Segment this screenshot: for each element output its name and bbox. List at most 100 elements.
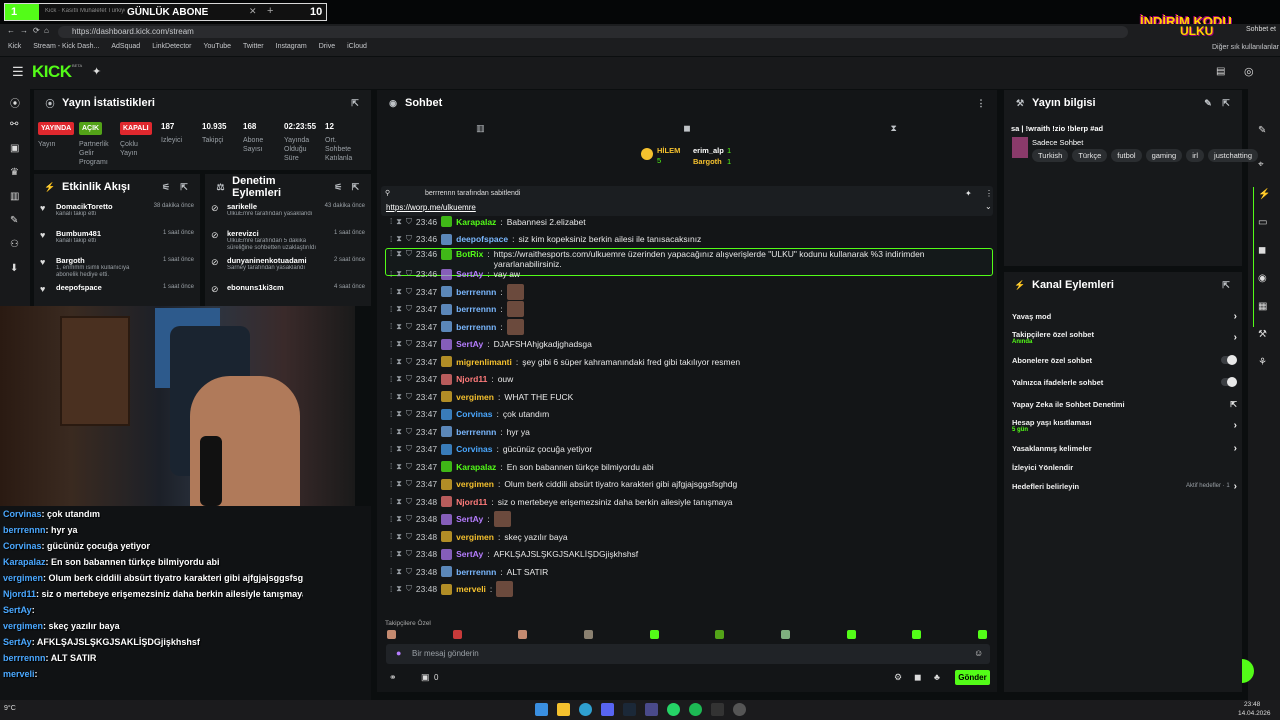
terminal-icon[interactable] (711, 703, 724, 716)
chat-username[interactable]: vergimen (456, 392, 494, 402)
shield-icon[interactable]: ⛉ (406, 584, 412, 594)
chat-message[interactable]: ⁞ ⧗ ⛉ 23:46 deepofspace: siz kim kopeksiniz b… (390, 231, 701, 248)
tools-icon[interactable]: ✎ (10, 215, 18, 226)
pin-message-icon[interactable]: ⁞ (390, 249, 392, 258)
shield-icon[interactable]: ⛉ (406, 514, 412, 524)
monetize-icon[interactable]: ▥ (10, 191, 19, 202)
chevron-right-icon[interactable]: › (1234, 332, 1237, 343)
chat-username[interactable]: migrenlimanti (456, 357, 512, 367)
chat-username[interactable]: berrrennn (456, 304, 496, 314)
shield-icon[interactable]: ⛉ (406, 322, 412, 332)
chat-username[interactable]: Corvinas (456, 409, 492, 419)
chat-username[interactable]: berrrennn (456, 322, 496, 332)
chat-username[interactable]: Corvinas (456, 444, 492, 454)
timeout-icon[interactable]: ⧗ (396, 409, 402, 419)
chat-message[interactable]: ⁞ ⧗ ⛉ 23:48 Njord11: siz o mertebeye erişemez… (390, 493, 733, 510)
forward-icon[interactable]: → (20, 26, 28, 35)
pin-message-icon[interactable]: ⁞ (390, 462, 392, 471)
channel-action-row[interactable]: Yalnızca ifadelerle sohbet (1012, 373, 1237, 391)
chat-username[interactable]: Njord11 (456, 497, 487, 507)
timeout-icon[interactable]: ⧗ (396, 374, 402, 384)
channel-action-row[interactable]: Yavaş mod › (1012, 307, 1237, 325)
bookmark-item[interactable]: iCloud (347, 43, 367, 50)
chat-username[interactable]: SertAy (456, 339, 483, 349)
trophy-icon[interactable]: ♛ (10, 167, 19, 178)
chevron-down-icon[interactable]: ⌄ (985, 202, 992, 211)
pin-message-icon[interactable]: ⁞ (390, 357, 392, 366)
chat-message[interactable]: ⁞ ⧗ ⛉ 23:47 Corvinas: çok utandım (390, 406, 549, 423)
chat-username[interactable]: SertAy (456, 269, 483, 279)
emote-menu-icon[interactable]: ♣ (934, 672, 940, 682)
profile-icon[interactable]: ◎ (1244, 65, 1254, 78)
pin-message-icon[interactable]: ⁞ (390, 340, 392, 349)
mic-icon[interactable]: ● (396, 648, 401, 658)
chat-username[interactable]: vergimen (456, 479, 494, 489)
shield-icon[interactable]: ⛉ (406, 567, 412, 577)
unpin-icon[interactable]: ✦ (965, 189, 972, 198)
timeout-icon[interactable]: ⧗ (396, 514, 402, 524)
promo-sub[interactable]: Sohbet et (1246, 26, 1276, 33)
steam-icon[interactable] (623, 703, 636, 716)
chat-message[interactable]: ⁞ ⧗ ⛉ 23:47 Karapalaz: En son babannen türkçe… (390, 458, 654, 475)
gift-icon[interactable]: ▣ (421, 672, 430, 683)
chat-message[interactable]: ⁞ ⧗ ⛉ 23:47 SertAy: DJAFSHAhjgkadjghadsga (390, 336, 592, 353)
points-icon[interactable]: ⚭ (389, 672, 397, 683)
vpn-icon[interactable] (645, 703, 658, 716)
bubble-icon[interactable]: ◼ (681, 122, 693, 134)
trash-icon[interactable]: ▥ (474, 122, 486, 134)
channel-action-row[interactable]: Hedefleri belirleyin Aktif hedefler · 1 › (1012, 477, 1237, 495)
chevron-right-icon[interactable]: › (1234, 443, 1237, 454)
shield-icon[interactable]: ⛉ (406, 234, 412, 244)
settings-icon[interactable]: ⚙ (894, 672, 902, 683)
bookmark-item[interactable]: Instagram (276, 43, 307, 50)
shield-icon[interactable]: ⛉ (406, 357, 412, 367)
channel-action-row[interactable]: İzleyici Yönlendir (1012, 458, 1237, 476)
timeout-icon[interactable]: ⧗ (396, 427, 402, 437)
pin-message-icon[interactable]: ⁞ (390, 305, 392, 314)
category-name[interactable]: Sadece Sohbet (1032, 138, 1083, 147)
tag-chip[interactable]: Türkçe (1072, 149, 1108, 162)
hourglass-icon[interactable]: ⧗ (888, 122, 900, 134)
toggle-switch[interactable] (1221, 355, 1237, 365)
chat-message[interactable]: ⁞ ⧗ ⛉ 23:47 Njord11: ouw (390, 371, 513, 388)
channel-action-row[interactable]: Hesap yaşı kısıtlaması 5 gün › (1012, 416, 1237, 434)
filter-icon[interactable]: ⚟ (160, 181, 172, 193)
chat-message[interactable]: ⁞ ⧗ ⛉ 23:47 Corvinas: gücünüz çocuğa yetiyor (390, 441, 592, 458)
pinned-link[interactable]: https://worp.me/ulkuemre (386, 203, 476, 212)
timeout-icon[interactable]: ⧗ (396, 392, 402, 402)
table-icon[interactable]: ▦ (1258, 301, 1267, 312)
timeout-icon[interactable]: ⧗ (396, 462, 402, 472)
explorer-icon[interactable] (557, 703, 570, 716)
shield-icon[interactable]: ⛉ (406, 269, 412, 279)
timeout-icon[interactable]: ⧗ (396, 567, 402, 577)
pinned-menu-icon[interactable]: ⋮ (985, 189, 993, 198)
chat-username[interactable]: Karapalaz (456, 217, 496, 227)
download-icon[interactable]: ⬇ (10, 263, 18, 274)
timeout-icon[interactable]: ⧗ (396, 444, 402, 454)
shield-icon[interactable]: ⛉ (406, 532, 412, 542)
chat-bubble-icon[interactable]: ◼ (1258, 245, 1266, 256)
chat-username[interactable]: merveli (456, 584, 486, 594)
popout-icon[interactable]: ⇱ (1220, 279, 1232, 291)
tab-close-icon[interactable]: ✕ (249, 6, 257, 17)
chat-message[interactable]: ⁞ ⧗ ⛉ 23:48 merveli: (390, 581, 514, 598)
bookmark-item[interactable]: Drive (319, 43, 335, 50)
bookmark-item[interactable]: LinkDetector (152, 43, 191, 50)
bookmark-item[interactable]: Stream - Kick Dash... (33, 43, 99, 50)
timeout-icon[interactable]: ⧗ (396, 304, 402, 314)
chat-message[interactable]: ⁞ ⧗ ⛉ 23:48 berrrennn: ALT SATIR (390, 563, 548, 580)
send-button[interactable]: Gönder (955, 670, 990, 685)
users-icon[interactable]: ⚇ (10, 239, 19, 250)
pin-message-icon[interactable]: ⁞ (390, 392, 392, 401)
shield-icon[interactable]: ⛉ (406, 427, 412, 437)
pencil-icon[interactable]: ✎ (1258, 125, 1266, 136)
timeout-icon[interactable]: ⧗ (396, 584, 402, 594)
channel-action-row[interactable]: Yapay Zeka ile Sohbet Denetimi ⇱ (1012, 395, 1237, 413)
pin-message-icon[interactable]: ⁞ (390, 375, 392, 384)
timeout-icon[interactable]: ⧗ (396, 532, 402, 542)
dashboard-icon[interactable]: ▣ (10, 143, 19, 154)
shield-icon[interactable]: ⛉ (406, 304, 412, 314)
channel-action-row[interactable]: Yasaklanmış kelimeler › (1012, 439, 1237, 457)
pin-message-icon[interactable]: ⁞ (390, 322, 392, 331)
timeout-icon[interactable]: ⧗ (396, 217, 402, 227)
